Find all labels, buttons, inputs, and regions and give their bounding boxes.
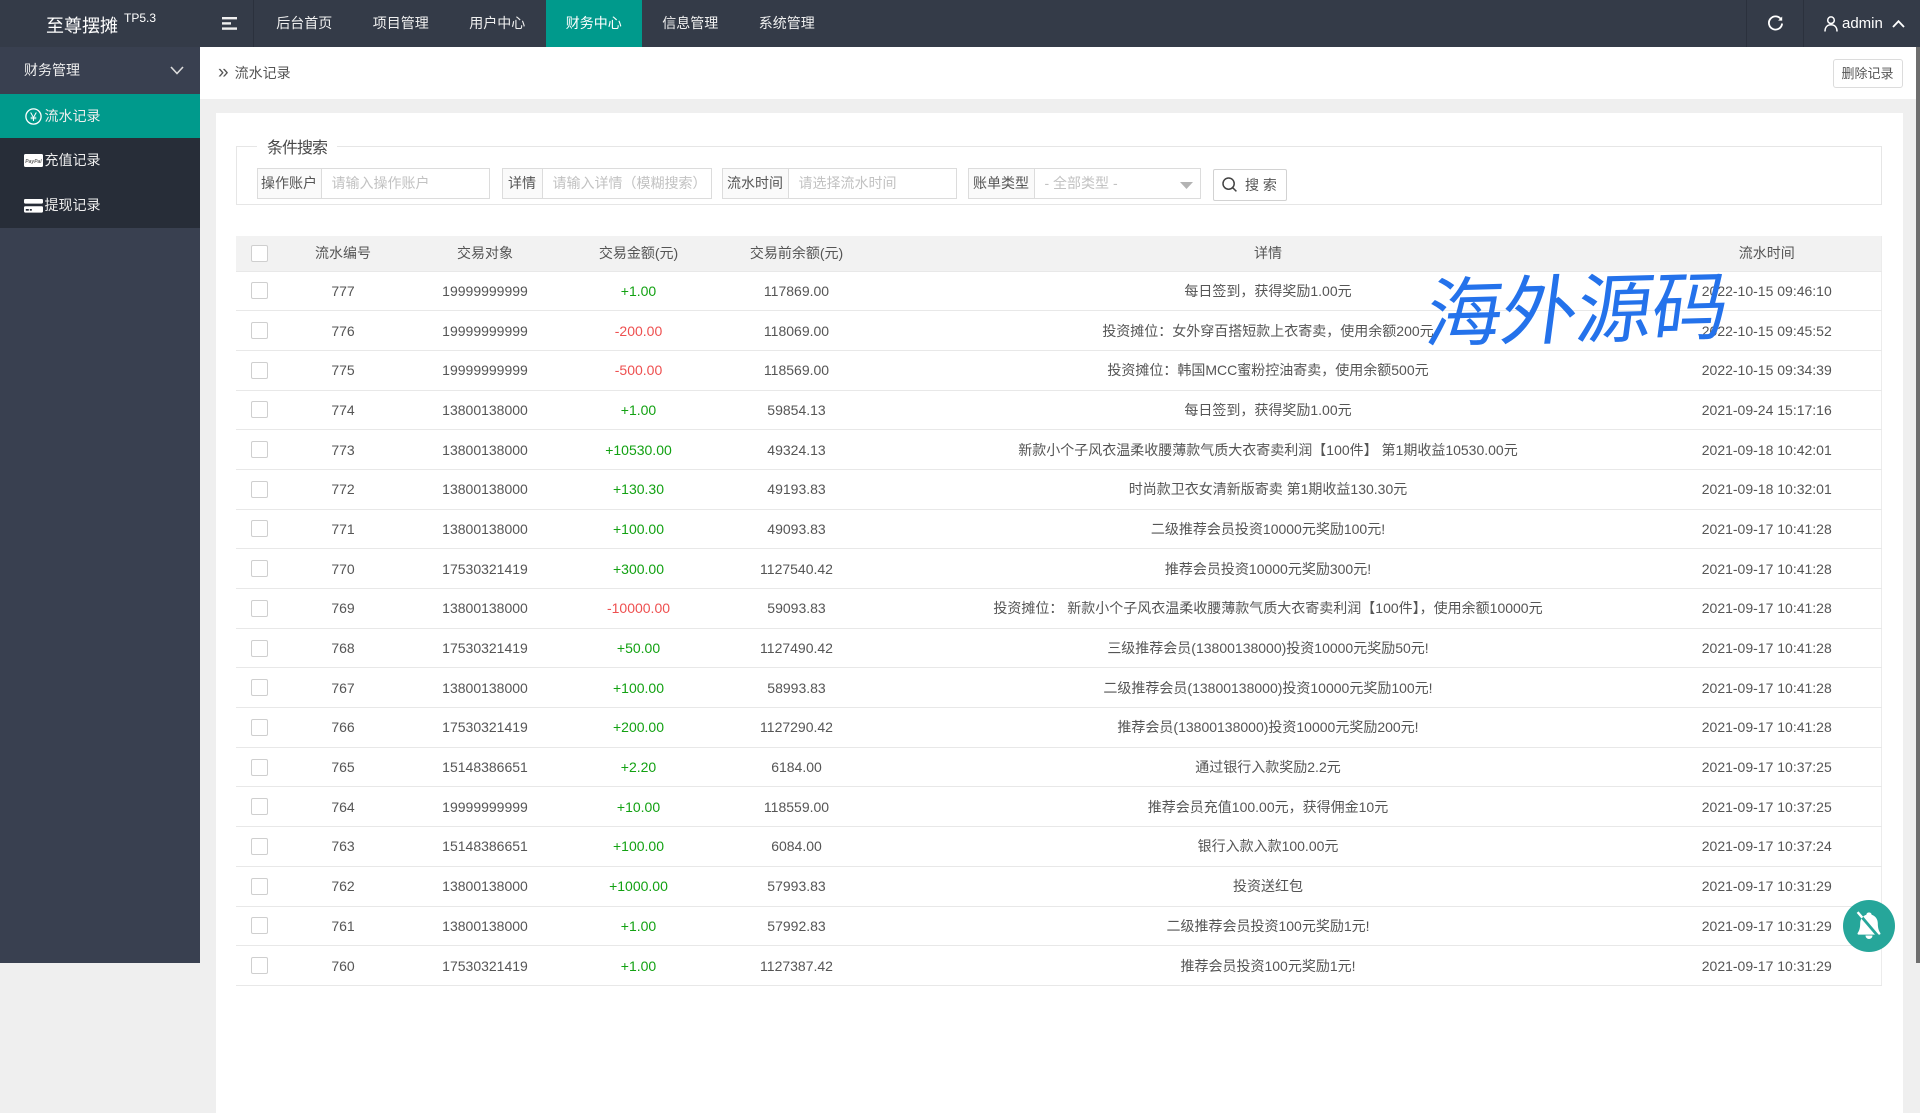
svg-text:¥: ¥ [29,110,37,124]
svg-text:PayPal: PayPal [25,159,42,165]
